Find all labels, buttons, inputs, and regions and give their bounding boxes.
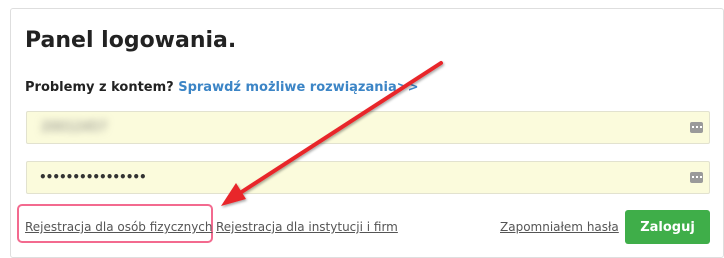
help-solutions-link[interactable]: Sprawdź możliwe rozwiązania>> <box>178 80 418 95</box>
register-individual-link[interactable]: Rejestracja dla osób fizycznych <box>25 219 213 235</box>
password-manager-icon[interactable] <box>690 122 703 133</box>
register-institution-link[interactable]: Rejestracja dla instytucji i firm <box>216 219 398 235</box>
password-field-value: •••••••••••••••• <box>39 170 147 184</box>
password-manager-icon[interactable] <box>690 172 703 183</box>
help-question: Problemy z kontem? <box>25 80 174 95</box>
forgot-password-link[interactable]: Zapomniałem hasła <box>500 219 619 235</box>
help-line: Problemy z kontem? Sprawdź możliwe rozwi… <box>25 79 419 97</box>
login-field[interactable]: 20012457 <box>26 111 710 144</box>
login-field-value: 20012457 <box>41 120 108 135</box>
password-field[interactable]: •••••••••••••••• <box>26 161 710 194</box>
page-title: Panel logowania. <box>25 28 237 53</box>
login-button[interactable]: Zaloguj <box>625 210 710 244</box>
